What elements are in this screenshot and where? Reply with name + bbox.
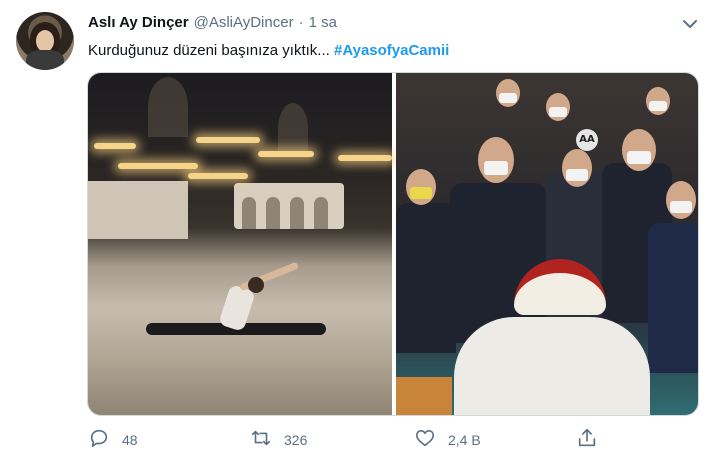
- person-head: [666, 181, 696, 219]
- retweet-icon: [250, 427, 272, 454]
- reply-count: 48: [122, 432, 138, 448]
- person-head: [496, 79, 520, 107]
- reply-button[interactable]: 48: [88, 428, 138, 452]
- author-handle[interactable]: @AsliAyDincer: [194, 14, 294, 31]
- mosque-wall: [88, 181, 188, 239]
- retweet-button[interactable]: 326: [250, 428, 307, 452]
- like-button[interactable]: 2,4 B: [414, 428, 481, 452]
- heart-icon: [414, 427, 436, 454]
- avatar[interactable]: [16, 12, 74, 70]
- separator-dot: ·: [298, 14, 304, 31]
- share-button[interactable]: [576, 428, 598, 452]
- mosque-window: [278, 103, 308, 153]
- dancer-head: [248, 277, 264, 293]
- media-grid: AA: [87, 72, 699, 416]
- person-suit: [648, 223, 698, 373]
- media-image-right[interactable]: AA: [396, 73, 698, 415]
- chandelier: [338, 155, 392, 161]
- tweet-text: Kurduğunuz düzeni başınıza yıktık... #Ay…: [88, 42, 449, 59]
- tweet-time[interactable]: 1 sa: [309, 14, 337, 31]
- tweet[interactable]: Aslı Ay Dinçer @AsliAyDincer · 1 sa Kurd…: [0, 0, 720, 461]
- person-suit: [396, 203, 456, 353]
- chandelier: [196, 137, 260, 143]
- person-head: [646, 87, 670, 115]
- reply-icon: [88, 427, 110, 454]
- retweet-count: 326: [284, 432, 308, 448]
- marble-screen: [234, 183, 344, 229]
- author-name[interactable]: Aslı Ay Dinçer: [88, 14, 189, 31]
- person-head: [478, 137, 514, 183]
- person-head: [406, 169, 436, 205]
- mosque-window: [148, 77, 188, 137]
- media-image-left[interactable]: [88, 73, 392, 415]
- avatar-body: [26, 50, 64, 70]
- person-head: [562, 149, 592, 187]
- tweet-header: Aslı Ay Dinçer @AsliAyDincer · 1 sa: [88, 14, 337, 31]
- hashtag-link[interactable]: #AyasofyaCamii: [334, 42, 449, 59]
- chevron-down-icon[interactable]: [680, 14, 700, 34]
- imam-robe: [454, 317, 650, 415]
- avatar-face: [36, 30, 54, 52]
- share-icon: [576, 427, 598, 454]
- like-count: 2,4 B: [448, 432, 481, 448]
- chandelier: [118, 163, 198, 169]
- chandelier: [188, 173, 248, 179]
- book: [396, 377, 452, 415]
- chandelier: [94, 143, 136, 149]
- news-agency-badge: AA: [576, 129, 598, 151]
- tweet-body: Kurduğunuz düzeni başınıza yıktık...: [88, 42, 330, 59]
- person-head: [622, 129, 656, 171]
- tweet-actions: 48 326 2,4 B: [88, 428, 700, 452]
- chandelier: [258, 151, 314, 157]
- person-head: [546, 93, 570, 121]
